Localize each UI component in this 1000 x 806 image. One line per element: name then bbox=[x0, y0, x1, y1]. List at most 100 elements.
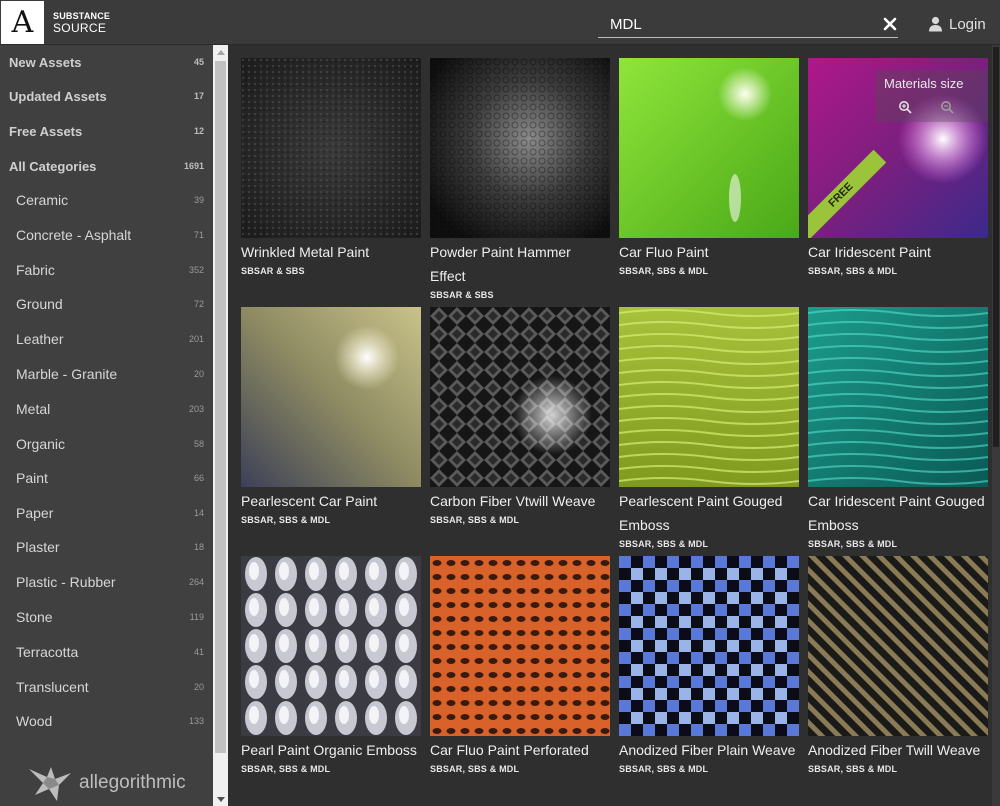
material-thumbnail[interactable] bbox=[430, 58, 610, 238]
sidebar-item-count: 133 bbox=[188, 716, 204, 726]
material-card[interactable]: Car Fluo Paint SBSAR, SBS & MDL bbox=[619, 58, 799, 278]
user-icon bbox=[929, 16, 942, 32]
material-title[interactable]: Car Fluo Paint Perforated bbox=[430, 738, 610, 762]
sidebar-item-terracotta[interactable]: Terracotta 41 bbox=[0, 637, 213, 667]
login-label: Login bbox=[949, 15, 986, 33]
sidebar-scrollbar[interactable] bbox=[213, 45, 228, 806]
sidebar-item-count: 119 bbox=[189, 612, 204, 622]
material-thumbnail[interactable] bbox=[430, 307, 610, 487]
material-card[interactable]: Pearlescent Car Paint SBSAR, SBS & MDL bbox=[241, 307, 421, 527]
material-preview-image bbox=[808, 307, 988, 487]
sidebar-item-count: 14 bbox=[193, 508, 204, 518]
sidebar-item-free-assets[interactable]: Free Assets 12 bbox=[0, 116, 213, 146]
brand-name[interactable]: SUBSTANCE SOURCE bbox=[53, 12, 110, 35]
sidebar-item-paint[interactable]: Paint 66 bbox=[0, 463, 213, 493]
sidebar-item-stone[interactable]: Stone 119 bbox=[0, 602, 213, 632]
material-title[interactable]: Anodized Fiber Twill Weave bbox=[808, 738, 988, 762]
sidebar-item-updated-assets[interactable]: Updated Assets 17 bbox=[0, 81, 213, 111]
sidebar-item-count: 41 bbox=[193, 647, 204, 657]
material-card[interactable]: Car Fluo Paint Perforated SBSAR, SBS & M… bbox=[430, 556, 610, 776]
material-title[interactable]: Car Iridescent Paint Gouged Emboss bbox=[808, 489, 988, 537]
material-card[interactable]: Pearl Paint Organic Emboss SBSAR, SBS & … bbox=[241, 556, 421, 776]
material-thumbnail[interactable] bbox=[241, 307, 421, 487]
material-title[interactable]: Wrinkled Metal Paint bbox=[241, 240, 421, 264]
material-thumbnail[interactable] bbox=[241, 58, 421, 238]
material-formats: SBSAR, SBS & MDL bbox=[241, 515, 331, 525]
material-title[interactable]: Powder Paint Hammer Effect bbox=[430, 240, 610, 288]
sidebar-item-ground[interactable]: Ground 72 bbox=[0, 289, 213, 319]
material-formats: SBSAR, SBS & MDL bbox=[808, 266, 898, 276]
scroll-up-arrow-icon[interactable] bbox=[213, 45, 228, 59]
sidebar-item-paper[interactable]: Paper 14 bbox=[0, 498, 213, 528]
sidebar-item-new-assets[interactable]: New Assets 45 bbox=[0, 47, 213, 77]
sidebar-item-organic[interactable]: Organic 58 bbox=[0, 429, 213, 459]
grid-scrollbar-thumb[interactable] bbox=[993, 47, 999, 447]
material-thumbnail[interactable] bbox=[808, 556, 988, 736]
material-preview-image bbox=[619, 556, 799, 736]
sidebar-item-count: 203 bbox=[188, 404, 204, 414]
login-button[interactable]: Login bbox=[928, 14, 986, 34]
zoom-out-icon[interactable] bbox=[940, 100, 954, 114]
sidebar-item-marble-granite[interactable]: Marble - Granite 20 bbox=[0, 359, 213, 389]
material-formats: SBSAR, SBS & MDL bbox=[430, 764, 520, 774]
allegorithmic-logo[interactable]: allegorithmic bbox=[27, 763, 186, 803]
sidebar-item-count: 12 bbox=[193, 126, 204, 136]
material-title[interactable]: Car Iridescent Paint bbox=[808, 240, 988, 264]
material-title[interactable]: Car Fluo Paint bbox=[619, 240, 799, 264]
material-formats: SBSAR, SBS & MDL bbox=[619, 539, 709, 549]
sidebar-item-leather[interactable]: Leather 201 bbox=[0, 324, 213, 354]
material-card[interactable]: Wrinkled Metal Paint SBSAR & SBS bbox=[241, 58, 421, 278]
sidebar-item-label: Leather bbox=[16, 331, 64, 347]
material-formats: SBSAR, SBS & MDL bbox=[241, 764, 331, 774]
material-card[interactable]: Materials size FREE Car Iridescent Paint… bbox=[808, 58, 988, 278]
material-thumbnail[interactable] bbox=[619, 556, 799, 736]
sidebar-item-ceramic[interactable]: Ceramic 39 bbox=[0, 185, 213, 215]
scroll-down-arrow-icon[interactable] bbox=[213, 792, 228, 806]
category-sidebar: New Assets 45 Updated Assets 17 Free Ass… bbox=[0, 45, 213, 806]
substance-logo[interactable]: A bbox=[1, 1, 44, 44]
material-title[interactable]: Pearlescent Paint Gouged Emboss bbox=[619, 489, 799, 537]
material-thumbnail[interactable] bbox=[430, 556, 610, 736]
close-icon[interactable] bbox=[882, 16, 898, 32]
materials-size-label: Materials size bbox=[884, 76, 964, 91]
sidebar-item-label: Fabric bbox=[16, 262, 55, 278]
sidebar-item-label: Ground bbox=[16, 296, 63, 312]
sidebar-item-fabric[interactable]: Fabric 352 bbox=[0, 255, 213, 285]
sidebar-item-count: 18 bbox=[193, 542, 204, 552]
material-formats: SBSAR, SBS & MDL bbox=[808, 764, 898, 774]
material-thumbnail[interactable] bbox=[241, 556, 421, 736]
zoom-in-icon[interactable] bbox=[898, 100, 912, 114]
material-card[interactable]: Pearlescent Paint Gouged Emboss SBSAR, S… bbox=[619, 307, 799, 551]
sidebar-scrollbar-thumb[interactable] bbox=[215, 61, 226, 753]
sidebar-item-translucent[interactable]: Translucent 20 bbox=[0, 672, 213, 702]
sidebar-item-plastic-rubber[interactable]: Plastic - Rubber 264 bbox=[0, 567, 213, 597]
material-card[interactable]: Car Iridescent Paint Gouged Emboss SBSAR… bbox=[808, 307, 988, 551]
sidebar-item-metal[interactable]: Metal 203 bbox=[0, 394, 213, 424]
material-thumbnail[interactable]: Materials size FREE bbox=[808, 58, 988, 238]
material-thumbnail[interactable] bbox=[808, 307, 988, 487]
material-title[interactable]: Carbon Fiber Vtwill Weave bbox=[430, 489, 610, 513]
material-formats: SBSAR, SBS & MDL bbox=[430, 515, 520, 525]
materials-grid: Wrinkled Metal Paint SBSAR & SBS Powder … bbox=[228, 45, 992, 806]
sidebar-item-count: 45 bbox=[193, 57, 204, 67]
material-thumbnail[interactable] bbox=[619, 58, 799, 238]
material-card[interactable]: Powder Paint Hammer Effect SBSAR & SBS bbox=[430, 58, 610, 302]
sidebar-item-count: 20 bbox=[193, 369, 204, 379]
sidebar-item-all-categories[interactable]: All Categories 1691 bbox=[0, 151, 213, 181]
sidebar-item-count: 17 bbox=[193, 91, 204, 101]
sidebar-item-count: 201 bbox=[188, 334, 204, 344]
material-thumbnail[interactable] bbox=[619, 307, 799, 487]
search-box bbox=[598, 10, 898, 38]
material-card[interactable]: Anodized Fiber Plain Weave SBSAR, SBS & … bbox=[619, 556, 799, 776]
material-title[interactable]: Pearl Paint Organic Emboss bbox=[241, 738, 421, 762]
sidebar-item-plaster[interactable]: Plaster 18 bbox=[0, 532, 213, 562]
sidebar-item-wood[interactable]: Wood 133 bbox=[0, 706, 213, 736]
material-preview-image bbox=[241, 556, 421, 736]
grid-scrollbar[interactable] bbox=[992, 45, 1000, 806]
sidebar-item-concrete-asphalt[interactable]: Concrete - Asphalt 71 bbox=[0, 220, 213, 250]
material-title[interactable]: Anodized Fiber Plain Weave bbox=[619, 738, 799, 762]
material-card[interactable]: Carbon Fiber Vtwill Weave SBSAR, SBS & M… bbox=[430, 307, 610, 527]
material-card[interactable]: Anodized Fiber Twill Weave SBSAR, SBS & … bbox=[808, 556, 988, 776]
material-title[interactable]: Pearlescent Car Paint bbox=[241, 489, 421, 513]
search-input[interactable] bbox=[610, 13, 870, 35]
